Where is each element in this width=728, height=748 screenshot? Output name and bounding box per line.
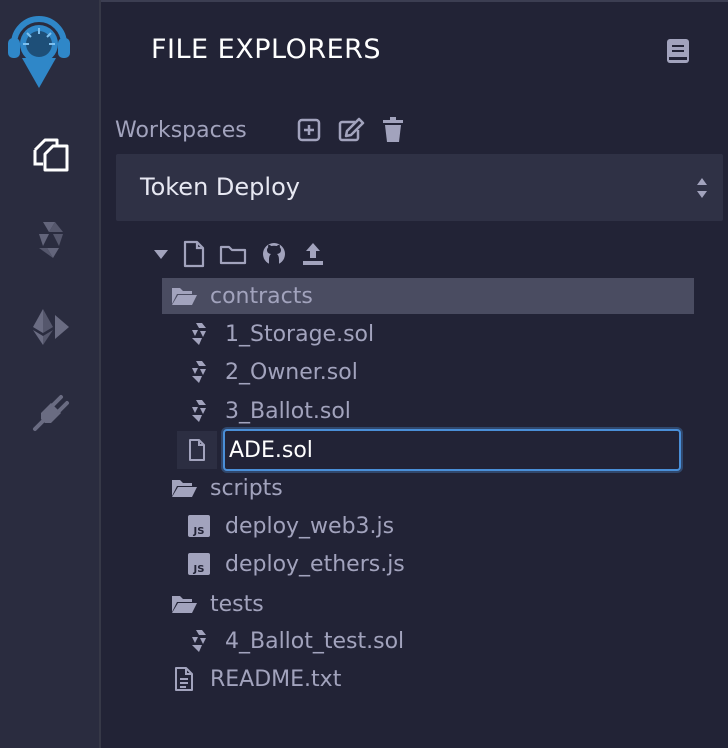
js-file-icon: JS bbox=[183, 548, 215, 580]
rename-workspace-icon[interactable] bbox=[337, 116, 365, 144]
file-label: 2_Owner.sol bbox=[225, 359, 358, 385]
folder-open-icon bbox=[168, 588, 200, 620]
solidity-file-icon bbox=[183, 625, 215, 657]
add-workspace-icon[interactable] bbox=[295, 116, 323, 144]
panel-title: FILE EXPLORERS bbox=[151, 34, 382, 65]
solidity-compiler-icon bbox=[39, 222, 63, 258]
file-deploy-ethers[interactable]: JS deploy_ethers.js bbox=[183, 546, 405, 582]
file-deploy-web3[interactable]: JS deploy_web3.js bbox=[183, 508, 394, 544]
plugin-manager-icon bbox=[33, 395, 69, 431]
folder-open-icon bbox=[168, 472, 200, 504]
delete-workspace-icon[interactable] bbox=[379, 116, 407, 144]
plugin-manager-button[interactable] bbox=[22, 384, 80, 442]
panel-top-border bbox=[101, 0, 728, 2]
file-explorer-button[interactable] bbox=[22, 125, 80, 183]
folder-open-icon bbox=[168, 280, 200, 312]
workspaces-label: Workspaces bbox=[115, 118, 247, 143]
file-icon bbox=[177, 431, 217, 469]
select-arrows-icon bbox=[697, 178, 707, 198]
workspace-select-value: Token Deploy bbox=[140, 173, 300, 201]
documentation-icon[interactable] bbox=[665, 37, 691, 65]
github-icon[interactable] bbox=[261, 241, 287, 267]
new-file-row: ADE.sol bbox=[177, 429, 682, 471]
new-folder-icon[interactable] bbox=[219, 243, 247, 265]
file-label: README.txt bbox=[210, 666, 342, 692]
new-file-icon[interactable] bbox=[183, 240, 205, 268]
file-4-ballot-test[interactable]: 4_Ballot_test.sol bbox=[183, 623, 404, 659]
text-file-icon bbox=[168, 663, 200, 695]
file-label: deploy_web3.js bbox=[225, 513, 395, 539]
svg-text:JS: JS bbox=[193, 564, 205, 575]
new-file-name-input[interactable]: ADE.sol bbox=[223, 429, 681, 471]
file-label: 1_Storage.sol bbox=[225, 321, 375, 347]
folder-label: contracts bbox=[210, 283, 313, 309]
folder-tests[interactable]: tests bbox=[168, 586, 264, 622]
workspace-actions bbox=[295, 116, 407, 144]
file-explorer-panel: FILE EXPLORERS Workspaces Token Deploy c… bbox=[101, 0, 728, 748]
file-label: deploy_ethers.js bbox=[225, 551, 405, 577]
deploy-run-button[interactable] bbox=[22, 298, 80, 356]
solidity-file-icon bbox=[183, 356, 215, 388]
collapse-caret-icon[interactable] bbox=[153, 248, 169, 260]
file-explorer-icon bbox=[33, 138, 69, 172]
file-3-ballot[interactable]: 3_Ballot.sol bbox=[183, 393, 351, 429]
svg-text:JS: JS bbox=[193, 526, 205, 537]
folder-label: tests bbox=[210, 591, 264, 617]
folder-scripts[interactable]: scripts bbox=[168, 470, 283, 506]
file-2-owner[interactable]: 2_Owner.sol bbox=[183, 354, 358, 390]
file-label: 3_Ballot.sol bbox=[225, 398, 351, 424]
folder-contracts[interactable]: contracts bbox=[162, 278, 694, 314]
remix-logo-icon[interactable] bbox=[8, 6, 70, 92]
file-label: 4_Ballot_test.sol bbox=[225, 628, 405, 654]
solidity-compiler-button[interactable] bbox=[22, 211, 80, 269]
file-1-storage[interactable]: 1_Storage.sol bbox=[183, 316, 374, 352]
tree-toolbar bbox=[153, 240, 325, 268]
workspace-select[interactable]: Token Deploy bbox=[116, 154, 723, 221]
file-readme[interactable]: README.txt bbox=[168, 661, 341, 697]
icon-rail bbox=[0, 0, 101, 748]
folder-label: scripts bbox=[210, 475, 283, 501]
deploy-run-icon bbox=[33, 309, 69, 345]
solidity-file-icon bbox=[183, 318, 215, 350]
js-file-icon: JS bbox=[183, 510, 215, 542]
solidity-file-icon bbox=[183, 395, 215, 427]
upload-icon[interactable] bbox=[301, 241, 325, 267]
